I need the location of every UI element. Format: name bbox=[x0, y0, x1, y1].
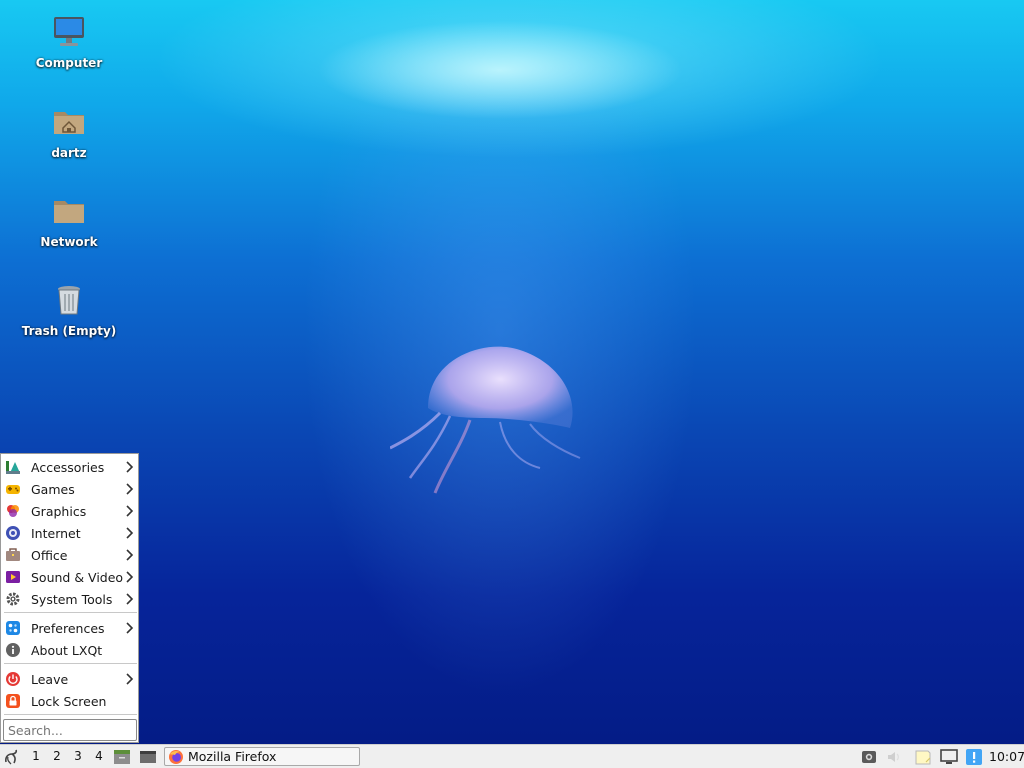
taskbar: 1 2 3 4 Mozilla Firefox 10:07 bbox=[0, 744, 1024, 768]
info-icon bbox=[6, 643, 20, 657]
start-menu: Accessories Games Graphics Internet Offi… bbox=[0, 453, 139, 743]
chevron-right-icon bbox=[126, 505, 134, 517]
lock-icon bbox=[6, 694, 20, 708]
chevron-right-icon bbox=[126, 461, 134, 473]
desktop-icon-home[interactable]: dartz bbox=[14, 104, 124, 160]
menu-item-office[interactable]: Office bbox=[1, 544, 139, 566]
menu-item-preferences[interactable]: Preferences bbox=[1, 617, 139, 639]
menu-item-leave[interactable]: Leave bbox=[1, 668, 139, 690]
menu-item-games[interactable]: Games bbox=[1, 478, 139, 500]
graphics-icon bbox=[7, 505, 19, 517]
menu-item-about-lxqt[interactable]: About LXQt bbox=[1, 639, 139, 661]
desktop-icon-label: Trash (Empty) bbox=[21, 324, 117, 338]
lxqt-logo-icon bbox=[5, 749, 18, 764]
screenshot-icon bbox=[862, 750, 876, 763]
desktop-icon-computer[interactable]: Computer bbox=[14, 14, 124, 70]
file-manager-icon bbox=[114, 749, 130, 764]
menu-search-input[interactable] bbox=[3, 719, 137, 741]
show-desktop-button[interactable] bbox=[139, 745, 159, 768]
file-manager-launcher[interactable] bbox=[113, 745, 133, 768]
chevron-right-icon bbox=[126, 571, 134, 583]
desktop-icon-label: dartz bbox=[51, 146, 87, 160]
menu-item-internet[interactable]: Internet bbox=[1, 522, 139, 544]
menu-item-system-tools[interactable]: System Tools bbox=[1, 588, 139, 610]
task-label: Mozilla Firefox bbox=[188, 749, 277, 764]
preferences-icon bbox=[6, 621, 20, 635]
chevron-right-icon bbox=[126, 527, 134, 539]
menu-item-sound-video[interactable]: Sound & Video bbox=[1, 566, 139, 588]
home-folder-icon bbox=[54, 112, 84, 134]
tray-volume[interactable] bbox=[886, 745, 904, 768]
internet-icon bbox=[6, 526, 20, 540]
update-notifier-icon bbox=[966, 748, 982, 765]
show-desktop-icon bbox=[140, 750, 156, 763]
tray-notes[interactable] bbox=[914, 745, 934, 768]
clock[interactable]: 10:07 bbox=[989, 745, 1024, 768]
chevron-right-icon bbox=[126, 622, 134, 634]
workspace-2[interactable]: 2 bbox=[47, 745, 67, 768]
menu-separator bbox=[4, 663, 137, 664]
workspace-3[interactable]: 3 bbox=[68, 745, 88, 768]
tray-display[interactable] bbox=[940, 745, 960, 768]
tray-screenshot[interactable] bbox=[861, 745, 879, 768]
menu-separator bbox=[4, 714, 137, 715]
tray-updates[interactable] bbox=[965, 745, 985, 768]
chevron-right-icon bbox=[126, 673, 134, 685]
display-icon bbox=[940, 748, 958, 764]
chevron-right-icon bbox=[126, 593, 134, 605]
trash-icon bbox=[58, 286, 80, 315]
workspace-1[interactable]: 1 bbox=[26, 745, 46, 768]
firefox-icon bbox=[169, 749, 183, 764]
desktop-icon-trash[interactable]: Trash (Empty) bbox=[14, 282, 124, 338]
notes-icon bbox=[915, 750, 931, 764]
volume-muted-icon bbox=[888, 751, 899, 762]
computer-icon bbox=[54, 17, 84, 46]
workspace-4[interactable]: 4 bbox=[89, 745, 109, 768]
start-menu-button[interactable] bbox=[3, 745, 23, 768]
accessories-icon bbox=[6, 461, 20, 474]
desktop-icon-label: Network bbox=[40, 235, 98, 249]
menu-item-lock-screen[interactable]: Lock Screen bbox=[1, 690, 139, 712]
desktop-icon-label: Computer bbox=[35, 56, 103, 70]
chevron-right-icon bbox=[126, 483, 134, 495]
jellyfish-image bbox=[390, 346, 581, 494]
menu-separator bbox=[4, 612, 137, 613]
taskbar-window-firefox[interactable]: Mozilla Firefox bbox=[164, 747, 360, 766]
chevron-right-icon bbox=[126, 549, 134, 561]
office-icon bbox=[6, 548, 20, 561]
network-folder-icon bbox=[54, 201, 84, 223]
menu-item-accessories[interactable]: Accessories bbox=[1, 456, 139, 478]
sound-video-icon bbox=[6, 571, 20, 583]
games-icon bbox=[6, 485, 20, 494]
desktop-icon-network[interactable]: Network bbox=[14, 193, 124, 249]
desktop-wallpaper: Computer dartz Network Trash (Empty) bbox=[0, 0, 1024, 744]
power-icon bbox=[6, 672, 20, 686]
menu-item-graphics[interactable]: Graphics bbox=[1, 500, 139, 522]
system-tools-icon bbox=[6, 592, 20, 606]
